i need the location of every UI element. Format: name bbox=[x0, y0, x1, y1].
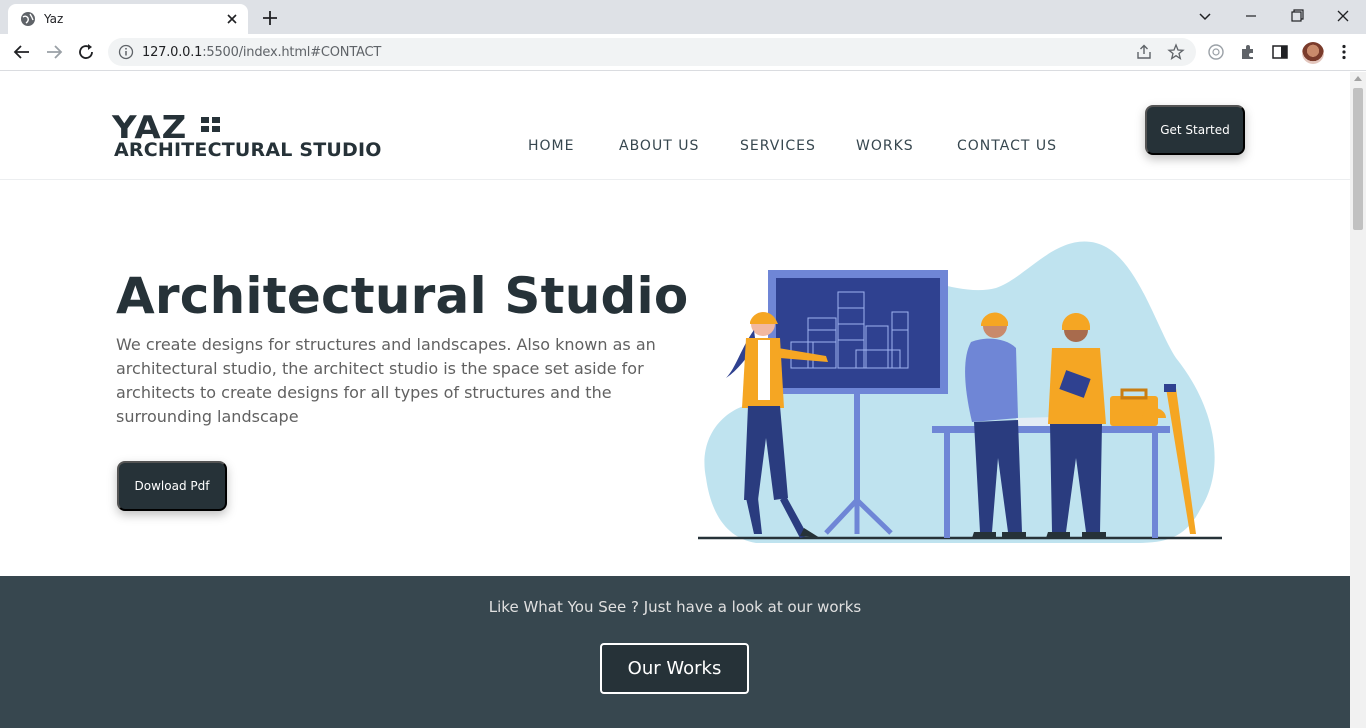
architects-illustration bbox=[698, 241, 1222, 543]
nav-services[interactable]: SERVICES bbox=[740, 138, 816, 154]
logo-squares-icon bbox=[201, 117, 221, 133]
site-logo[interactable]: YAZ ARCHITECTURAL STUDIO bbox=[112, 112, 402, 162]
close-window-icon[interactable] bbox=[1329, 4, 1357, 28]
profile-avatar[interactable] bbox=[1302, 42, 1324, 64]
side-panel-icon[interactable] bbox=[1270, 42, 1290, 62]
globe-icon bbox=[21, 12, 35, 26]
nav-about-us[interactable]: ABOUT US bbox=[619, 138, 699, 154]
site-header: YAZ ARCHITECTURAL STUDIO HOME ABOUT US S… bbox=[0, 72, 1350, 180]
restore-icon[interactable] bbox=[1283, 4, 1311, 28]
page-scrollbar[interactable] bbox=[1350, 72, 1366, 728]
scroll-up-arrow-icon[interactable] bbox=[1354, 76, 1362, 81]
our-works-button[interactable]: Our Works bbox=[600, 643, 749, 694]
reload-icon[interactable] bbox=[74, 40, 98, 64]
minimize-icon[interactable] bbox=[1237, 4, 1265, 28]
new-tab-icon[interactable] bbox=[258, 6, 282, 30]
logo-subtitle: ARCHITECTURAL STUDIO bbox=[114, 139, 382, 161]
hero-title: Architectural Studio bbox=[116, 267, 689, 325]
page-viewport: YAZ ARCHITECTURAL STUDIO HOME ABOUT US S… bbox=[0, 72, 1350, 728]
url-host: 127.0.0.1 bbox=[142, 45, 203, 60]
works-banner: Like What You See ? Just have a look at … bbox=[0, 576, 1350, 728]
nav-works[interactable]: WORKS bbox=[856, 138, 914, 154]
tab-title: Yaz bbox=[44, 12, 64, 26]
close-tab-icon[interactable] bbox=[222, 9, 242, 29]
share-icon[interactable] bbox=[1135, 43, 1153, 61]
extension-circle-icon[interactable] bbox=[1206, 42, 1226, 62]
nav-home[interactable]: HOME bbox=[528, 138, 574, 154]
browser-tab-bar: Yaz bbox=[0, 0, 1366, 34]
hero-description: We create designs for structures and lan… bbox=[116, 335, 656, 426]
info-icon[interactable] bbox=[118, 44, 134, 60]
nav-contact-us[interactable]: CONTACT US bbox=[957, 138, 1057, 154]
url-text[interactable]: 127.0.0.1:5500/index.html#CONTACT bbox=[142, 45, 381, 60]
browser-toolbar: 127.0.0.1:5500/index.html#CONTACT bbox=[0, 34, 1366, 71]
tab-search-icon[interactable] bbox=[1191, 4, 1219, 28]
scroll-thumb[interactable] bbox=[1353, 88, 1363, 230]
download-pdf-button[interactable]: Dowload Pdf bbox=[117, 461, 227, 511]
works-banner-text: Like What You See ? Just have a look at … bbox=[488, 598, 862, 616]
back-icon[interactable] bbox=[10, 40, 34, 64]
extensions-puzzle-icon[interactable] bbox=[1238, 42, 1258, 62]
url-path: :5500/index.html#CONTACT bbox=[202, 45, 382, 60]
menu-kebab-icon[interactable] bbox=[1334, 42, 1354, 62]
address-bar[interactable]: 127.0.0.1:5500/index.html#CONTACT bbox=[108, 38, 1196, 66]
browser-tab[interactable]: Yaz bbox=[8, 4, 248, 34]
get-started-button[interactable]: Get Started bbox=[1145, 105, 1245, 155]
bookmark-star-icon[interactable] bbox=[1167, 43, 1185, 61]
forward-icon[interactable] bbox=[42, 40, 66, 64]
